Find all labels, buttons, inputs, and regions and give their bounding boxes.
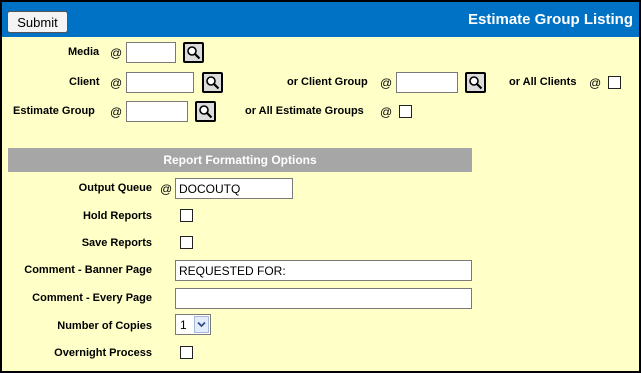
all-clients-label: or All Clients — [509, 76, 577, 88]
all-estimate-groups-checkbox[interactable] — [399, 105, 412, 118]
report-options-header: Report Formatting Options — [8, 148, 472, 172]
submit-button[interactable]: Submit — [7, 11, 68, 33]
hold-reports-label: Hold Reports — [82, 210, 152, 222]
estimate-group-lookup-button[interactable] — [195, 101, 216, 122]
app-window: Submit Estimate Group Listing Media @ Cl… — [0, 0, 641, 373]
copies-select[interactable]: 1 — [175, 314, 211, 335]
page-title: Estimate Group Listing — [467, 11, 633, 28]
save-reports-checkbox[interactable] — [180, 236, 193, 249]
magnifier-icon — [206, 76, 220, 90]
hold-reports-checkbox[interactable] — [180, 209, 193, 222]
client-lookup-button[interactable] — [202, 72, 223, 93]
client-group-input[interactable] — [396, 72, 458, 93]
client-group-at: @ — [380, 76, 393, 90]
output-queue-input[interactable] — [175, 178, 293, 199]
all-clients-checkbox[interactable] — [608, 76, 621, 89]
copies-dropdown-button[interactable] — [194, 316, 209, 333]
save-reports-label: Save Reports — [81, 237, 152, 249]
media-at: @ — [110, 46, 123, 60]
report-options-title: Report Formatting Options — [163, 153, 317, 167]
overnight-label: Overnight Process — [54, 347, 152, 359]
title-bar: Submit Estimate Group Listing — [2, 2, 639, 37]
all-clients-at: @ — [589, 76, 602, 90]
media-label: Media — [68, 46, 100, 58]
client-group-label: or Client Group — [287, 76, 368, 88]
overnight-checkbox[interactable] — [180, 346, 193, 359]
magnifier-icon — [469, 76, 483, 90]
estimate-group-input[interactable] — [126, 101, 188, 122]
comment-every-label: Comment - Every Page — [32, 292, 152, 304]
client-input[interactable] — [126, 72, 194, 93]
output-queue-label: Output Queue — [78, 182, 152, 194]
comment-banner-label: Comment - Banner Page — [24, 264, 152, 276]
copies-value: 1 — [180, 318, 187, 332]
all-estimate-groups-label: or All Estimate Groups — [245, 105, 364, 117]
estimate-group-label: Estimate Group — [13, 105, 95, 117]
copies-label: Number of Copies — [57, 320, 152, 332]
client-group-lookup-button[interactable] — [465, 72, 486, 93]
estimate-group-at: @ — [110, 105, 123, 119]
magnifier-icon — [199, 105, 213, 119]
chevron-down-icon — [197, 321, 206, 328]
comment-every-input[interactable] — [175, 288, 472, 309]
comment-banner-input[interactable] — [175, 260, 472, 281]
media-lookup-button[interactable] — [183, 42, 204, 63]
magnifier-icon — [187, 46, 201, 60]
media-input[interactable] — [126, 42, 176, 63]
client-at: @ — [110, 76, 123, 90]
output-queue-at: @ — [160, 182, 173, 196]
client-label: Client — [69, 76, 100, 88]
all-estimate-groups-at: @ — [380, 105, 393, 119]
